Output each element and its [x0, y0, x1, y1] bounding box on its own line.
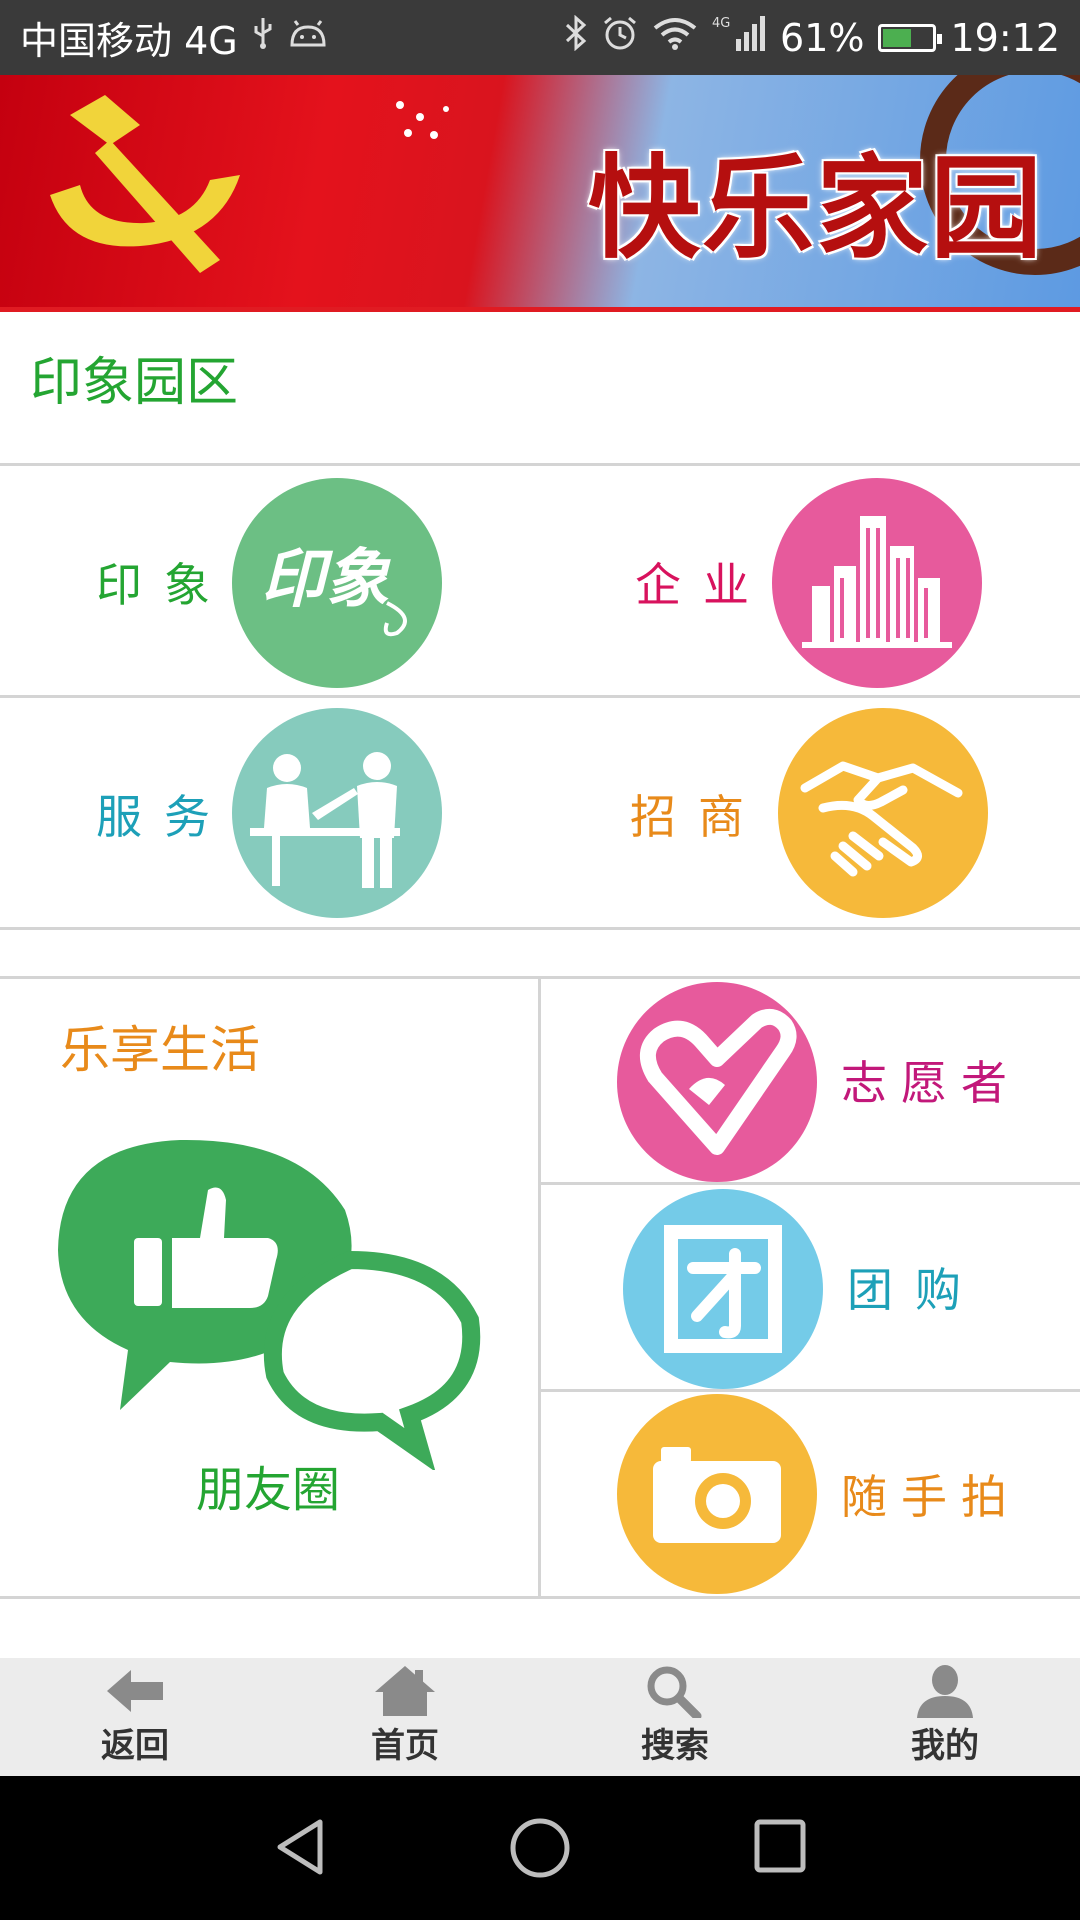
- hammer-sickle-icon: [50, 95, 240, 273]
- tab-mine[interactable]: 我的: [810, 1658, 1080, 1776]
- tab-home[interactable]: 首页: [270, 1658, 540, 1776]
- service-desk-icon: [232, 708, 442, 918]
- divider: [0, 927, 1080, 930]
- camera-icon: [617, 1394, 817, 1594]
- moments-tile[interactable]: 朋友圈: [0, 1100, 538, 1530]
- tab-back[interactable]: 返回: [0, 1658, 270, 1776]
- system-nav-bar: [0, 1776, 1080, 1920]
- home-circle-icon[interactable]: [508, 1816, 572, 1880]
- item-volunteer[interactable]: 志愿者: [541, 978, 1080, 1182]
- usb-icon: [252, 16, 274, 59]
- item-snapshot[interactable]: 随手拍: [541, 1392, 1080, 1596]
- tile-service[interactable]: 服务: [0, 698, 540, 928]
- tile-investment-label: 招商: [630, 790, 766, 844]
- search-icon: [647, 1666, 702, 1718]
- group-buy-icon: [623, 1189, 823, 1389]
- back-triangle-icon[interactable]: [272, 1816, 328, 1878]
- bottom-tab-bar: 返回 首页 搜索 我的: [0, 1658, 1080, 1776]
- back-arrow-icon: [107, 1670, 163, 1712]
- banner-title: 快乐家园: [588, 143, 1044, 274]
- tile-enterprise-label: 企业: [635, 558, 771, 612]
- home-icon: [375, 1666, 435, 1716]
- tile-impression-label: 印象: [96, 558, 232, 612]
- user-icon: [917, 1665, 973, 1718]
- tile-investment[interactable]: 招商: [540, 698, 1080, 928]
- tile-enterprise[interactable]: 企业: [540, 466, 1080, 696]
- section-title-enjoy-life: 乐享生活: [60, 1021, 260, 1079]
- tile-impression[interactable]: 印象 印象: [0, 466, 540, 696]
- section-title-impression-park: 印象园区: [30, 353, 239, 413]
- item-volunteer-label: 志愿者: [841, 1056, 1021, 1110]
- chat-bubbles-icon: [58, 1139, 481, 1470]
- item-group-buy-label: 团购: [847, 1263, 983, 1317]
- battery-percent: 61%: [780, 15, 865, 60]
- battery-fill: [883, 28, 912, 47]
- svg-text:4G: 4G: [712, 16, 730, 31]
- tab-mine-label: 我的: [911, 1726, 979, 1766]
- recents-square-icon[interactable]: [752, 1816, 808, 1876]
- svg-text:印象: 印象: [261, 543, 391, 617]
- android-icon: [288, 18, 328, 58]
- carrier-label: 中国移动 4G: [20, 19, 238, 63]
- stars-decoration-icon: [396, 101, 449, 139]
- tab-back-label: 返回: [101, 1726, 169, 1766]
- heart-hand-icon: [617, 982, 817, 1182]
- tile-service-label: 服务: [96, 790, 232, 844]
- item-group-buy[interactable]: 团购: [541, 1185, 1080, 1389]
- tab-search-label: 搜索: [641, 1726, 709, 1766]
- battery-icon: [878, 23, 943, 52]
- item-snapshot-label: 随手拍: [841, 1470, 1021, 1524]
- moments-label: 朋友圈: [196, 1462, 341, 1518]
- wifi-icon: [652, 16, 698, 59]
- buildings-icon: [772, 478, 982, 688]
- tab-search[interactable]: 搜索: [540, 1658, 810, 1776]
- bluetooth-icon: [564, 14, 588, 60]
- clock: 19:12: [950, 15, 1060, 60]
- handshake-icon: [778, 708, 988, 918]
- yinxiang-logo-icon: 印象: [232, 478, 442, 688]
- status-bar: 中国移动 4G 4G 61% 19:12: [0, 0, 1080, 75]
- banner: 快乐家园: [0, 75, 1080, 312]
- alarm-icon: [602, 15, 638, 60]
- signal-icon: 4G: [712, 13, 766, 62]
- divider: [0, 1596, 1080, 1599]
- tab-home-label: 首页: [371, 1726, 439, 1766]
